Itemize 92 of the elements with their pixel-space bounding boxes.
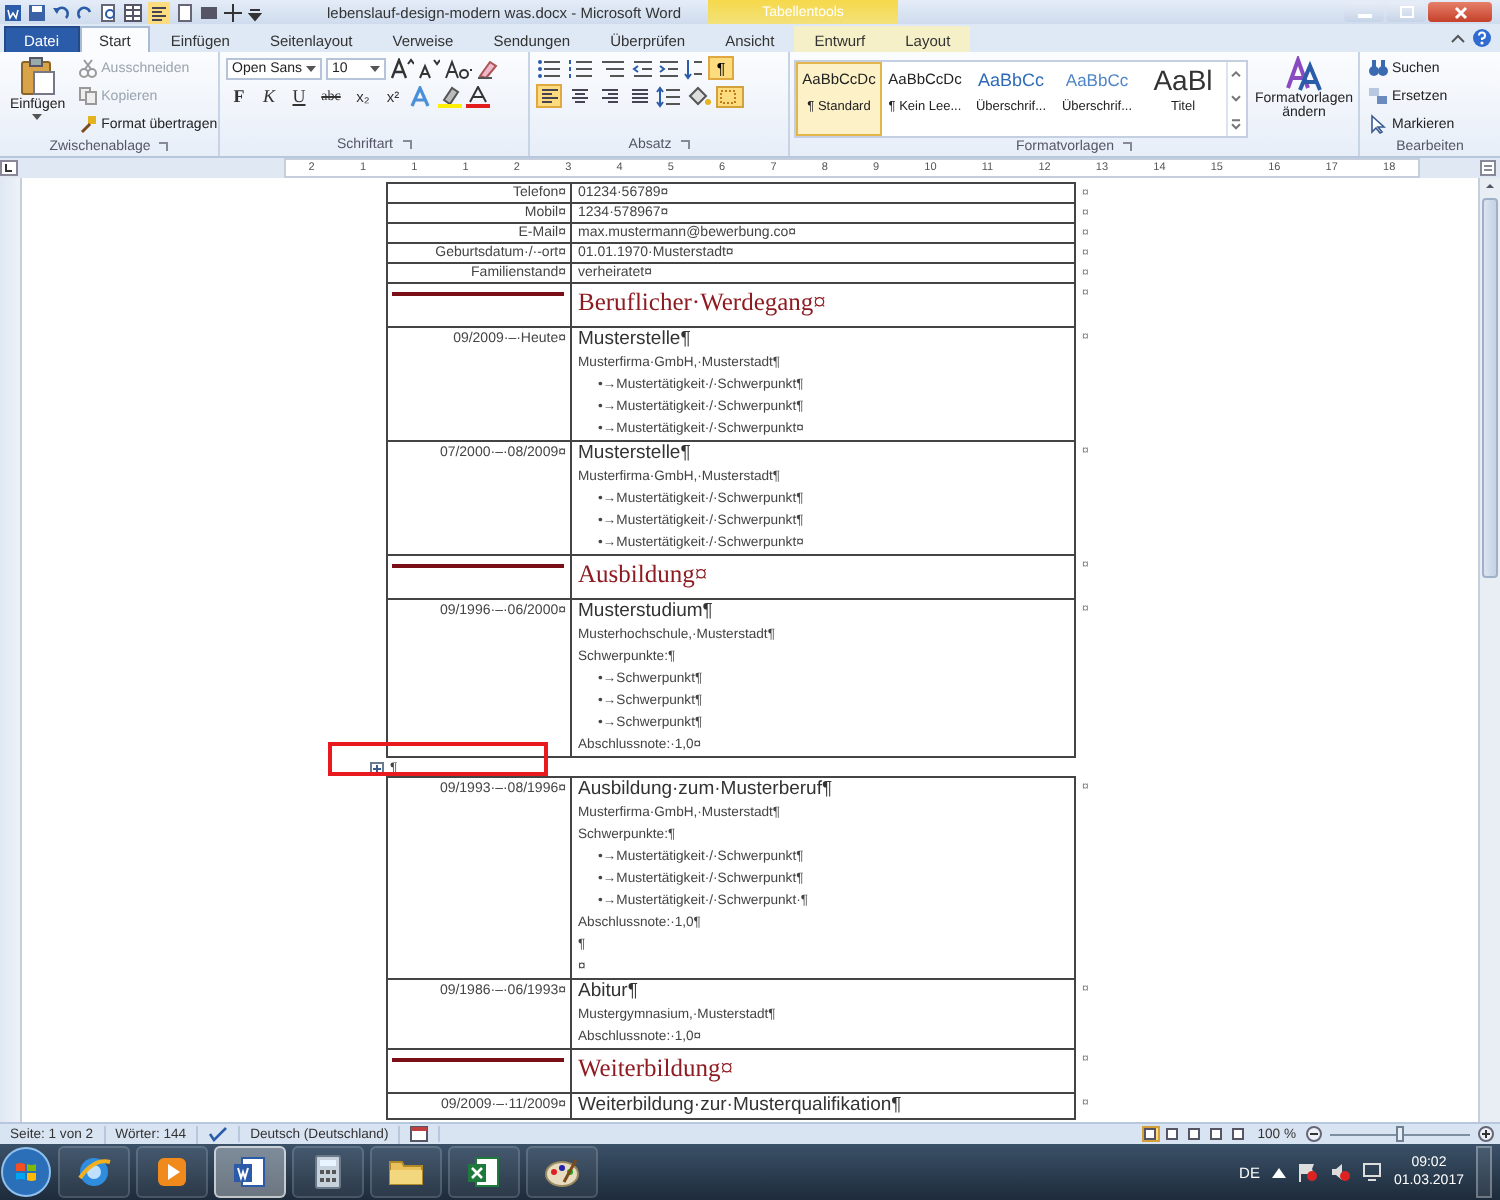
clipboard-icon (19, 56, 56, 96)
macro-icon[interactable] (410, 1126, 429, 1142)
show-hidden-icons-icon[interactable] (1271, 1167, 1286, 1177)
app-icon[interactable] (4, 3, 22, 21)
numbered-list-icon[interactable] (568, 57, 596, 79)
multilevel-list-icon[interactable] (600, 57, 628, 79)
taskbar-button[interactable] (214, 1146, 286, 1198)
format-button[interactable]: F (226, 84, 252, 108)
view-button[interactable] (1229, 1126, 1248, 1142)
font-color-icon[interactable] (466, 85, 490, 107)
page-icon[interactable] (176, 3, 194, 21)
collapse-ribbon-icon[interactable] (1450, 32, 1466, 44)
close-button[interactable] (1428, 2, 1492, 22)
bullet-list-icon[interactable] (536, 57, 564, 79)
entry-title: Musterstelle¶ (578, 442, 693, 466)
borders-icon[interactable] (716, 85, 744, 107)
replace-icon[interactable] (1368, 86, 1388, 106)
format-button[interactable]: U (286, 84, 312, 108)
view-button[interactable] (1163, 1126, 1182, 1142)
entry-title: Musterstudium¶ (578, 600, 715, 624)
format-button[interactable]: K (256, 84, 282, 108)
shading-icon[interactable] (686, 85, 712, 107)
increase-indent-icon[interactable] (658, 57, 680, 79)
customize-toolbar-icon[interactable] (248, 3, 262, 21)
start-icon[interactable] (0, 1146, 52, 1198)
section-heading: Ausbildung¤ (578, 558, 710, 592)
table-icon[interactable] (124, 3, 142, 21)
zoom-out-icon[interactable] (1306, 1126, 1322, 1142)
undo-icon[interactable] (52, 3, 70, 21)
dialog-launcher-icon[interactable] (679, 140, 690, 150)
paintbrush-icon[interactable] (77, 114, 98, 134)
palette-icon[interactable] (544, 1154, 580, 1190)
section-heading: Beruflicher·Werdegang¤ (578, 286, 828, 320)
taskbar-button[interactable] (526, 1146, 598, 1198)
tab-selector-icon[interactable] (0, 160, 18, 176)
scrollbar-thumb[interactable] (1482, 198, 1498, 578)
view-button[interactable] (1207, 1126, 1226, 1142)
dialog-launcher-icon[interactable] (401, 140, 411, 150)
print-preview-icon[interactable] (100, 3, 118, 21)
close-icon (1453, 5, 1467, 19)
show-marks-button[interactable]: ¶ (708, 56, 734, 80)
dialog-launcher-icon[interactable] (158, 141, 169, 151)
zoom-in-icon[interactable] (1478, 1126, 1494, 1142)
grid-icon[interactable] (200, 3, 218, 21)
highlighter-icon[interactable] (438, 85, 462, 107)
taskbar-button[interactable] (370, 1146, 442, 1198)
entry-title: Musterstelle¶ (578, 328, 693, 352)
view-button[interactable] (1185, 1126, 1204, 1142)
align-button[interactable] (596, 84, 622, 108)
zoom-slider-thumb[interactable] (1396, 1125, 1404, 1141)
align-button[interactable] (566, 84, 592, 108)
speaker-icon[interactable] (1329, 1162, 1350, 1182)
proofing-icon[interactable] (208, 1126, 229, 1142)
taskbar-button[interactable] (136, 1146, 208, 1198)
grow-font-icon[interactable] (390, 57, 414, 79)
align-left-icon[interactable] (148, 1, 170, 23)
taskbar-button[interactable] (292, 1146, 364, 1198)
redo-icon[interactable] (76, 3, 94, 21)
entry-title: Weiterbildung·zur·Musterqualifikation¶ (578, 1094, 904, 1118)
align-button[interactable] (626, 84, 652, 108)
calculator-icon[interactable] (310, 1154, 346, 1190)
taskbar-button[interactable] (58, 1146, 130, 1198)
play-icon[interactable] (154, 1154, 190, 1190)
globe-icon[interactable] (76, 1154, 112, 1190)
section-heading: Weiterbildung¤ (578, 1052, 735, 1086)
change-case-icon[interactable] (444, 57, 472, 79)
save-icon[interactable] (28, 3, 46, 21)
plus-icon[interactable] (224, 3, 242, 21)
view-button[interactable] (1141, 1126, 1160, 1142)
flag-icon[interactable] (1297, 1162, 1318, 1182)
binoculars-icon[interactable] (1368, 58, 1388, 78)
restore-icon (1399, 6, 1413, 18)
entry-title: Abitur¶ (578, 980, 640, 1004)
sort-icon[interactable] (684, 57, 704, 79)
styles-icon (1286, 56, 1322, 92)
entry-title: Ausbildung·zum·Musterberuf¶ (578, 778, 835, 802)
spreadsheet-icon[interactable] (466, 1154, 502, 1190)
line-spacing-icon[interactable] (656, 85, 682, 107)
caret-icon (370, 65, 380, 71)
document-icon[interactable] (232, 1154, 268, 1190)
taskbar-button[interactable] (448, 1146, 520, 1198)
help-icon[interactable] (1472, 28, 1492, 48)
monitor-icon[interactable] (1361, 1162, 1382, 1182)
clear-formatting-icon[interactable] (476, 57, 498, 79)
caret-icon (306, 65, 317, 71)
decrease-indent-icon[interactable] (632, 57, 654, 79)
caret-icon (32, 114, 43, 120)
align-button[interactable] (536, 84, 562, 108)
dialog-launcher-icon[interactable] (1122, 142, 1133, 152)
shrink-font-icon[interactable] (418, 57, 440, 79)
view-ruler-icon[interactable] (1480, 160, 1496, 176)
cursor-icon[interactable] (1368, 114, 1388, 134)
